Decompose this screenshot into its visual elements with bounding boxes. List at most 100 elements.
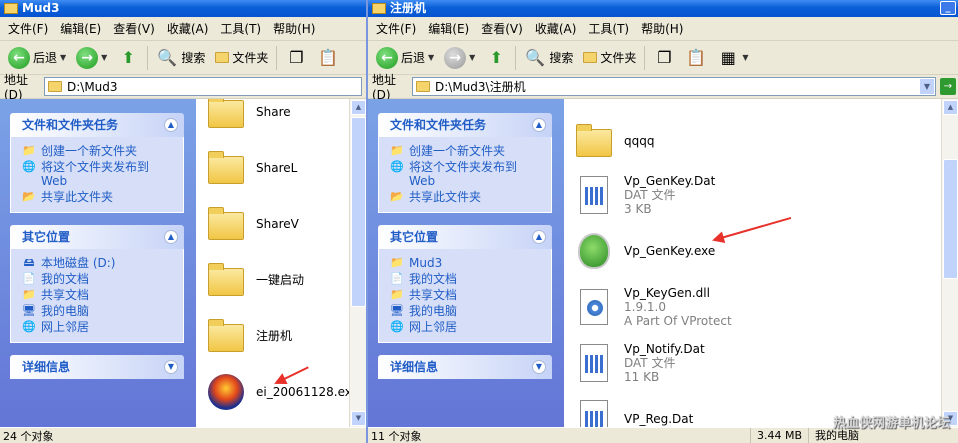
panel-header[interactable]: 文件和文件夹任务 ▲ — [378, 113, 552, 137]
copy-button[interactable]: ❐ — [649, 44, 679, 72]
place-shared-documents[interactable]: 📁 共享文档 — [21, 288, 177, 302]
collapse-icon[interactable]: ▲ — [532, 118, 546, 132]
address-input[interactable]: D:\Mud3\注册机 ▼ — [412, 77, 936, 96]
menu-edit[interactable]: 编辑(E) — [422, 17, 475, 41]
menu-help[interactable]: 帮助(H) — [267, 17, 321, 41]
scroll-thumb[interactable] — [943, 159, 958, 279]
list-item[interactable]: 注册机 — [206, 308, 292, 364]
menu-bar: 文件(F) 编辑(E) 查看(V) 收藏(A) 工具(T) 帮助(H) — [368, 17, 958, 41]
collapse-icon[interactable]: ▲ — [164, 118, 178, 132]
place-network[interactable]: 🌐 网上邻居 — [21, 320, 177, 334]
collapse-icon[interactable]: ▲ — [164, 230, 178, 244]
place-my-documents[interactable]: 📄 我的文档 — [389, 272, 545, 286]
paste-button[interactable]: 📋 — [313, 44, 343, 72]
forward-button[interactable]: → ▼ — [440, 44, 479, 72]
menu-file[interactable]: 文件(F) — [370, 17, 422, 41]
views-button[interactable]: ▦ ▼ — [713, 44, 752, 72]
menu-edit[interactable]: 编辑(E) — [54, 17, 107, 41]
list-item[interactable]: VP_Reg.Dat — [574, 391, 693, 427]
list-item[interactable]: Vp_Notify.Dat DAT 文件 11 KB — [574, 335, 705, 391]
panel-header[interactable]: 详细信息 ▼ — [10, 355, 184, 379]
go-button[interactable]: → — [940, 78, 956, 95]
task-new-folder[interactable]: 📁 创建一个新文件夹 — [389, 144, 545, 158]
chevron-down-icon[interactable]: ▼ — [60, 53, 66, 62]
chevron-down-icon[interactable]: ▼ — [101, 53, 107, 62]
menu-favorites[interactable]: 收藏(A) — [161, 17, 215, 41]
list-item[interactable]: Share — [206, 99, 291, 140]
back-button[interactable]: ← 后退 ▼ — [372, 44, 438, 72]
folders-button[interactable]: 文件夹 — [211, 44, 272, 72]
search-label: 搜索 — [181, 51, 206, 65]
chevron-down-icon[interactable]: ▼ — [469, 53, 475, 62]
search-button[interactable]: 🔍 搜索 — [520, 44, 577, 72]
panel-header[interactable]: 文件和文件夹任务 ▲ — [10, 113, 184, 137]
expand-icon[interactable]: ▼ — [164, 360, 178, 374]
list-item[interactable]: ei_20061128.exe — [206, 364, 359, 420]
list-item[interactable]: 一键启动 — [206, 252, 304, 308]
panel-header[interactable]: 其它位置 ▲ — [10, 225, 184, 249]
panel-header[interactable]: 其它位置 ▲ — [378, 225, 552, 249]
title-bar[interactable]: 注册机 _ — [368, 0, 958, 17]
task-publish-web[interactable]: 🌐 将这个文件夹发布到 Web — [389, 160, 545, 188]
place-my-computer[interactable]: 🖥 我的电脑 — [21, 304, 177, 318]
task-share-folder[interactable]: 📂 共享此文件夹 — [389, 190, 545, 204]
place-my-computer[interactable]: 🖥 我的电脑 — [389, 304, 545, 318]
menu-bar: 文件(F) 编辑(E) 查看(V) 收藏(A) 工具(T) 帮助(H) — [0, 17, 366, 41]
menu-file[interactable]: 文件(F) — [2, 17, 54, 41]
list-item[interactable]: ShareL — [206, 140, 297, 196]
copy-button[interactable]: ❐ — [281, 44, 311, 72]
scroll-thumb[interactable] — [351, 117, 366, 307]
list-item[interactable]: Vp_GenKey.Dat DAT 文件 3 KB — [574, 167, 715, 223]
file-name: ShareL — [256, 161, 298, 175]
place-local-disk[interactable]: 🖴 本地磁盘 (D:) — [21, 256, 177, 270]
place-shared-documents[interactable]: 📁 共享文档 — [389, 288, 545, 302]
vertical-scrollbar[interactable]: ▲ ▼ — [941, 99, 958, 427]
toolbar-separator — [276, 45, 278, 70]
drive-icon: 🖴 — [23, 256, 35, 269]
task-new-folder[interactable]: 📁 创建一个新文件夹 — [21, 144, 177, 158]
folders-button[interactable]: 文件夹 — [579, 44, 640, 72]
list-item[interactable]: Vp_KeyGen.dll 1.9.1.0 A Part Of VProtect — [574, 279, 732, 335]
back-label: 后退 — [33, 51, 58, 65]
back-button[interactable]: ← 后退 ▼ — [4, 44, 70, 72]
toolbar: ← 后退 ▼ → ▼ ⬆ 🔍 搜索 文件夹 ❐ 📋 ▦ ▼ — [368, 41, 958, 75]
paste-button[interactable]: 📋 — [681, 44, 711, 72]
list-item[interactable]: qqqq — [574, 113, 654, 169]
forward-button[interactable]: → ▼ — [72, 44, 111, 72]
expand-icon[interactable]: ▼ — [532, 360, 546, 374]
place-mud3[interactable]: 📁 Mud3 — [389, 256, 545, 270]
menu-tools[interactable]: 工具(T) — [214, 17, 267, 41]
chevron-down-icon[interactable]: ▼ — [428, 53, 434, 62]
task-share-folder[interactable]: 📂 共享此文件夹 — [21, 190, 177, 204]
address-dropdown-button[interactable]: ▼ — [919, 78, 935, 95]
place-network[interactable]: 🌐 网上邻居 — [389, 320, 545, 334]
scroll-up-button[interactable]: ▲ — [943, 100, 958, 115]
scroll-down-button[interactable]: ▼ — [351, 411, 366, 426]
torch-app-icon — [206, 372, 246, 412]
title-bar[interactable]: Mud3 — [0, 0, 366, 17]
menu-view[interactable]: 查看(V) — [475, 17, 529, 41]
task-publish-web[interactable]: 🌐 将这个文件夹发布到 Web — [21, 160, 177, 188]
search-button[interactable]: 🔍 搜索 — [152, 44, 209, 72]
list-item[interactable]: Vp_GenKey.exe — [574, 223, 715, 279]
new-folder-icon: 📁 — [22, 144, 36, 157]
vertical-scrollbar[interactable]: ▲ ▼ — [349, 99, 366, 427]
up-button[interactable]: ⬆ — [113, 44, 143, 72]
data-file-icon — [574, 175, 614, 215]
panel-header[interactable]: 详细信息 ▼ — [378, 355, 552, 379]
menu-view[interactable]: 查看(V) — [107, 17, 161, 41]
minimize-icon[interactable]: _ — [940, 1, 956, 15]
address-input[interactable]: D:\Mud3 — [44, 77, 362, 96]
menu-favorites[interactable]: 收藏(A) — [529, 17, 583, 41]
menu-tools[interactable]: 工具(T) — [582, 17, 635, 41]
menu-help[interactable]: 帮助(H) — [635, 17, 689, 41]
up-button[interactable]: ⬆ — [481, 44, 511, 72]
file-name: Vp_KeyGen.dll — [624, 286, 710, 300]
chevron-down-icon[interactable]: ▼ — [742, 53, 748, 62]
list-item[interactable]: ShareV — [206, 196, 299, 252]
scroll-up-button[interactable]: ▲ — [351, 100, 366, 115]
search-icon: 🔍 — [525, 48, 546, 67]
other-places-panel: 其它位置 ▲ 🖴 本地磁盘 (D:) 📄 我的文档 📁 共享文档 🖥 我的电脑 🌐 网上邻… — [10, 225, 184, 343]
place-my-documents[interactable]: 📄 我的文档 — [21, 272, 177, 286]
collapse-icon[interactable]: ▲ — [532, 230, 546, 244]
